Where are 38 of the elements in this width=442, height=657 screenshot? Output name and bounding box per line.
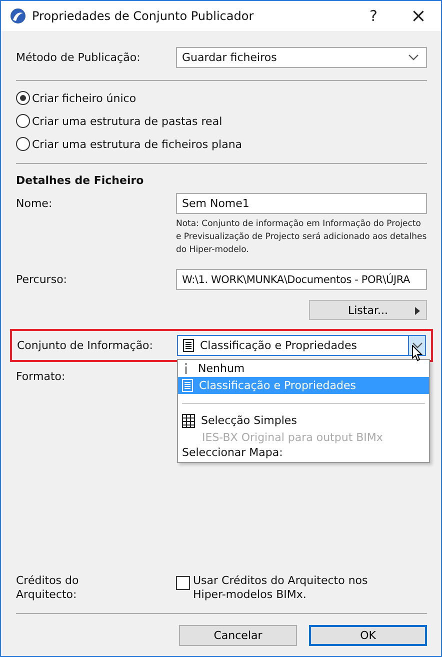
info-set-dropdown[interactable]: Classificação e Propriedades	[177, 335, 426, 356]
document-icon	[182, 379, 193, 392]
radio-button[interactable]	[16, 91, 30, 105]
close-button[interactable]: ×	[396, 1, 441, 31]
dropdown-item[interactable]: Seleccionar Mapa:	[178, 445, 429, 460]
note-text: Nota: Conjunto de informação em Informação do Projecto e Previsualização de Projecto será adicionado aos detalhes do Hiper-modelo.	[176, 218, 427, 257]
info-icon	[184, 363, 188, 374]
name-input[interactable]: Sem Nome1	[176, 193, 427, 214]
dropdown-item: IES-BX Original para output BIMx	[201, 430, 384, 445]
radio-label[interactable]: Criar uma estrutura de ficheiros plana	[32, 138, 242, 150]
triangle-right-icon	[415, 307, 420, 315]
path-input[interactable]: W:\1. WORK\MUNKA\Documentos - POR\ÚJRA	[176, 269, 427, 290]
radio-label[interactable]: Criar ficheiro único	[32, 92, 136, 104]
dropdown-item[interactable]: Selecção Simples	[178, 412, 429, 429]
list-button[interactable]: Listar...	[309, 300, 427, 320]
document-icon	[183, 339, 194, 352]
name-label: Nome:	[16, 197, 54, 210]
chevron-down-icon	[412, 342, 422, 349]
credits-label: Créditos do Arquitecto:	[16, 574, 80, 602]
table-icon	[182, 414, 195, 428]
radio-button[interactable]	[16, 114, 30, 128]
path-label: Percurso:	[16, 273, 68, 286]
chevron-down-icon	[408, 54, 419, 61]
radio-button[interactable]	[16, 137, 30, 151]
checkbox[interactable]	[176, 576, 190, 590]
window-title: Propriedades de Conjunto Publicador	[32, 9, 255, 23]
ok-button[interactable]: OK	[309, 625, 427, 646]
method-label: Método de Publicação:	[16, 51, 142, 64]
dropdown-item[interactable]: Nenhum	[178, 360, 429, 377]
radio-label[interactable]: Criar uma estrutura de pastas real	[32, 114, 222, 128]
method-dropdown[interactable]: Guardar ficheiros	[176, 47, 427, 68]
format-label: Formato:	[16, 370, 66, 383]
cancel-button[interactable]: Cancelar	[179, 625, 297, 646]
help-button[interactable]: ?	[351, 1, 396, 31]
info-set-label: Conjunto de Informação:	[17, 339, 154, 352]
section-heading: Detalhes de Ficheiro	[16, 174, 145, 187]
app-logo-icon	[10, 8, 26, 24]
checkbox-label[interactable]: Usar Créditos do Arquitecto nos Hiper-modelos BIMx.	[193, 574, 383, 602]
